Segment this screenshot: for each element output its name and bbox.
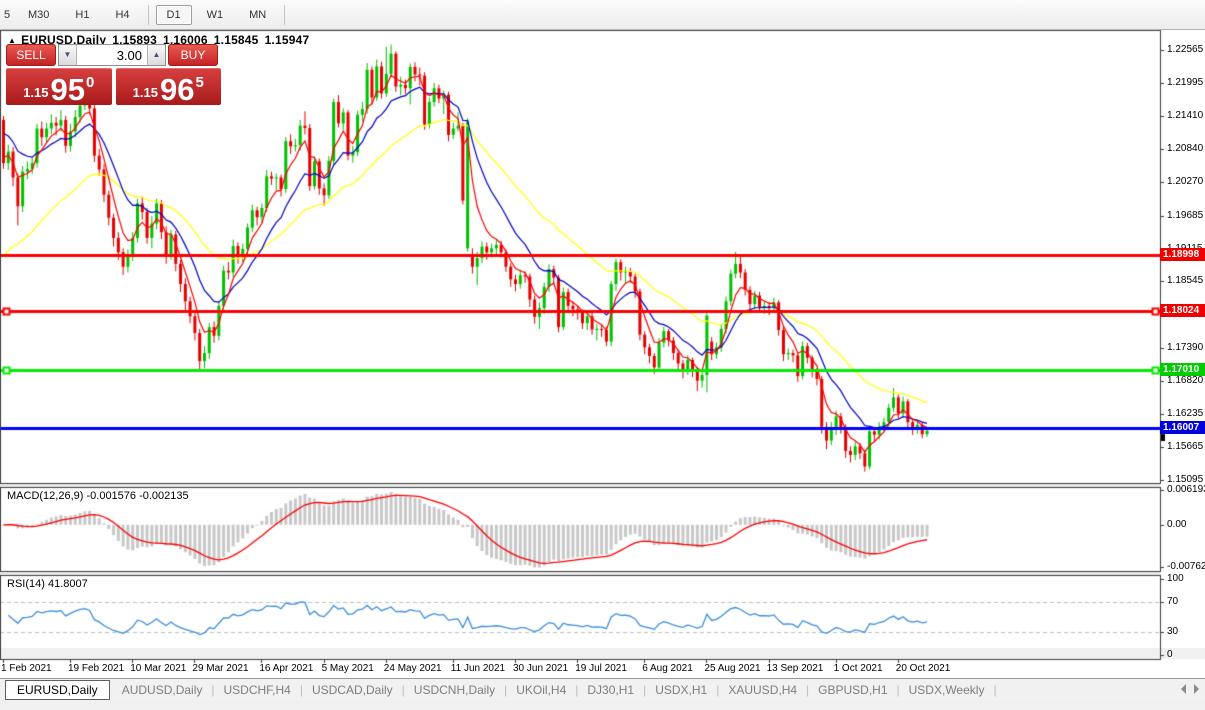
price-axis-tick: 1.19685 [1167,210,1203,221]
tab-separator: | [211,683,214,697]
price-axis-tick: 1.15665 [1167,441,1203,452]
tab-usdchf-2[interactable]: USDCHF,H4 [216,681,299,699]
hline-price-tag: 1.18024 [1160,304,1205,317]
date-axis-label: 11 Jun 2021 [451,663,505,674]
date-axis-label: 1 Oct 2021 [834,663,883,674]
rsi-axis-tick: 70 [1167,596,1178,607]
macd-axis-tick: 0.00 [1167,519,1186,530]
tab-separator: | [402,683,405,697]
date-axis-label: 25 Aug 2021 [704,663,760,674]
tab-usdcad-3[interactable]: USDCAD,Daily [304,681,401,699]
buy-price-box[interactable]: 1.15 96 5 [116,68,222,105]
volume-increase-icon[interactable]: ▲ [147,45,165,65]
tab-scroll-arrows [1181,684,1199,694]
sell-price-box[interactable]: 1.15 95 0 [6,68,112,105]
tab-eurusd-0[interactable]: EURUSD,Daily [5,680,110,700]
hline-price-tag: 1.18998 [1160,248,1205,261]
buy-price-prefix: 1.15 [133,85,158,100]
buy-price-digits: 96 [160,77,194,103]
price-axis-tick: 1.18545 [1167,275,1203,286]
volume-stepper: ▼ ▲ [58,44,166,66]
rsi-axis-tick: 100 [1167,573,1184,584]
macd-axis-tick: 0.006193 [1167,484,1205,495]
chart-close-value: 1.15947 [265,33,310,47]
price-axis-tick: 1.21410 [1167,110,1203,121]
timeframe-button-h4[interactable]: H4 [104,5,140,25]
tab-separator: | [897,683,900,697]
timeframe-button-h1[interactable]: H1 [64,5,100,25]
tab-usdx-7[interactable]: USDX,H1 [647,681,715,699]
rsi-axis-tick: 0 [1167,649,1173,660]
hline-price-tag: 1.16007 [1160,421,1205,434]
hline-price-tag: 1.17010 [1160,363,1205,376]
timeframe-button-w1[interactable]: W1 [196,5,235,25]
timeframe-button-m30[interactable]: M30 [17,5,60,25]
tab-separator: | [300,683,303,697]
date-axis-label: 30 Jun 2021 [513,663,568,674]
volume-decrease-icon[interactable]: ▼ [59,45,77,65]
macd-axis-tick: -0.007621 [1167,561,1205,572]
buy-price-sup: 5 [195,74,203,91]
timeframe-button-mn[interactable]: MN [238,5,277,25]
tab-gbpusd-9[interactable]: GBPUSD,H1 [810,681,895,699]
sell-price-sup: 0 [86,74,94,91]
tab-separator: | [504,683,507,697]
date-axis-label: 16 Apr 2021 [259,663,313,674]
price-axis-tick: 1.21995 [1167,77,1203,88]
date-axis-label: 20 Oct 2021 [896,663,950,674]
volume-input[interactable] [77,45,147,65]
date-axis-label: 1 Feb 2021 [1,663,52,674]
date-axis-label: 19 Jul 2021 [575,663,627,674]
date-axis-label: 24 May 2021 [384,663,442,674]
status-strip [0,700,1205,710]
rsi-axis-tick: 30 [1167,626,1178,637]
tab-separator: | [716,683,719,697]
timeframe-button-partial[interactable]: 5 [2,5,11,25]
date-axis-label: 13 Sep 2021 [767,663,824,674]
date-axis-label: 5 May 2021 [322,663,374,674]
price-axis-tick: 1.17390 [1167,342,1203,353]
chart-tab-bar: EURUSD,DailyAUDUSD,Daily|USDCHF,H4|USDCA… [0,678,1205,700]
tab-audusd-1[interactable]: AUDUSD,Daily [114,681,211,699]
timeframe-toolbar: 5 M30H1H4 D1W1MN [0,0,1205,30]
date-axis-label: 29 Mar 2021 [192,663,248,674]
sell-price-digits: 95 [50,77,84,103]
date-axis-label: 6 Aug 2021 [642,663,693,674]
tab-separator: | [575,683,578,697]
macd-label: MACD(12,26,9) -0.001576 -0.002135 [7,490,189,502]
tab-dj30-6[interactable]: DJ30,H1 [579,681,642,699]
rsi-label: RSI(14) 41.8007 [7,578,88,590]
tab-separator: | [643,683,646,697]
price-axis-tick: 1.16235 [1167,408,1203,419]
tab-scroll-right-icon[interactable] [1194,684,1199,694]
price-axis-tick: 1.20270 [1167,176,1203,187]
toolbar-separator [284,5,285,25]
tab-ukoil-5[interactable]: UKOil,H4 [508,681,574,699]
tab-scroll-left-icon[interactable] [1181,684,1186,694]
buy-button[interactable]: BUY [168,44,218,66]
price-axis-tick: 1.20840 [1167,143,1203,154]
price-axis-tick: 1.16820 [1167,375,1203,386]
mt4-window: 5 M30H1H4D1W1MN ▲ EURUSD,Daily 1.15893 1… [0,0,1205,710]
tab-xauusd-8[interactable]: XAUUSD,H4 [720,681,805,699]
toolbar-separator [148,5,149,25]
price-axis-tick: 1.22565 [1167,44,1203,55]
tab-separator: | [993,683,996,697]
one-click-trade-panel: SELL ▼ ▲ BUY 1.15 95 0 1.15 96 5 [6,44,221,105]
tab-separator: | [806,683,809,697]
tab-usdcnh-4[interactable]: USDCNH,Daily [406,681,503,699]
date-axis-label: 10 Mar 2021 [130,663,186,674]
timeframe-button-d1[interactable]: D1 [156,5,192,25]
tab-usdx-10[interactable]: USDX,Weekly [901,681,993,699]
sell-button[interactable]: SELL [6,44,56,66]
date-axis-label: 19 Feb 2021 [68,663,124,674]
sell-price-prefix: 1.15 [23,85,48,100]
